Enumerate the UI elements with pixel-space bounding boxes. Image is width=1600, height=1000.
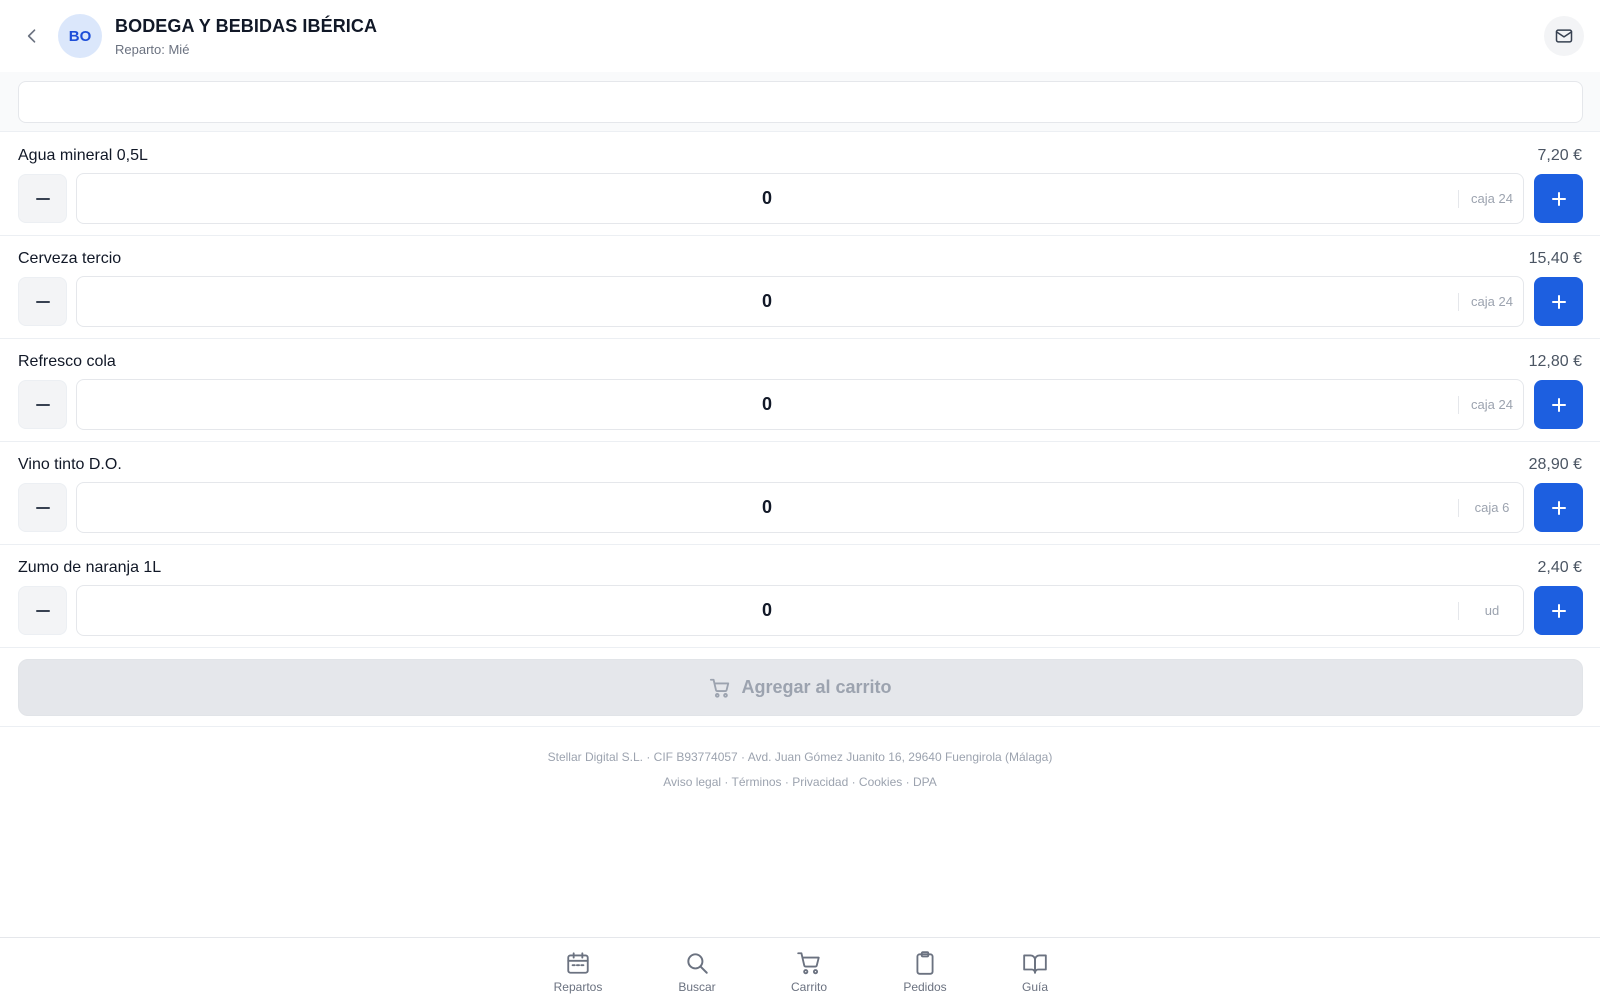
decrease-quantity-button[interactable]	[18, 174, 67, 223]
minus-icon	[35, 397, 51, 413]
unit-label: caja 24	[1471, 191, 1513, 206]
quantity-value: 0	[761, 188, 772, 208]
link-separator: ·	[902, 775, 913, 789]
decrease-quantity-button[interactable]	[18, 380, 67, 429]
nav-label: Pedidos	[903, 980, 947, 994]
quantity-value: 0	[761, 497, 772, 517]
quantity-field[interactable]: 0 ud	[76, 585, 1524, 636]
calendar-icon	[565, 950, 591, 976]
link-separator: ·	[721, 775, 732, 789]
legal-link[interactable]: Términos	[732, 775, 782, 789]
back-button[interactable]	[18, 22, 46, 50]
book-icon	[1022, 950, 1048, 976]
quantity-field[interactable]: 0 caja 24	[76, 173, 1524, 224]
plus-icon	[1551, 500, 1567, 516]
nav-item-repartos[interactable]: Repartos	[533, 950, 623, 998]
increase-quantity-button[interactable]	[1534, 483, 1583, 532]
minus-icon	[35, 603, 51, 619]
nav-label: Buscar	[678, 980, 716, 994]
search-icon	[684, 950, 710, 976]
product-price: 28,90 €	[1528, 456, 1582, 473]
nav-label: Repartos	[553, 980, 603, 994]
header-titles: BODEGA Y BEBIDAS IBÉRICA Reparto: Mié	[115, 16, 377, 57]
legal-link[interactable]: Privacidad	[792, 775, 848, 789]
add-to-cart-bar: Agregar al carrito	[0, 648, 1600, 727]
product-row: Refresco cola 12,80 € 0 caja 24	[0, 339, 1600, 442]
avatar: BO	[58, 14, 102, 58]
minus-icon	[35, 294, 51, 310]
unit-label: caja 24	[1471, 294, 1513, 309]
quantity-field[interactable]: 0 caja 6	[76, 482, 1524, 533]
product-name: Agua mineral 0,5L	[18, 147, 148, 164]
link-separator: ·	[781, 775, 793, 789]
delivery-day-subtitle: Reparto: Mié	[115, 42, 190, 57]
decrease-quantity-button[interactable]	[18, 483, 67, 532]
add-to-cart-label: Agregar al carrito	[741, 677, 892, 697]
quantity-value: 0	[761, 394, 772, 414]
product-price: 15,40 €	[1528, 250, 1582, 267]
unit-label: caja 6	[1474, 500, 1510, 515]
product-row: Zumo de naranja 1L 2,40 € 0 ud	[0, 545, 1600, 648]
product-row: Agua mineral 0,5L 7,20 € 0 caja 24	[0, 133, 1600, 236]
nav-item-pedidos[interactable]: Pedidos	[880, 950, 970, 998]
legal-link[interactable]: Cookies	[859, 775, 902, 789]
product-row: Vino tinto D.O. 28,90 € 0 caja 6	[0, 442, 1600, 545]
plus-icon	[1551, 191, 1567, 207]
product-price: 2,40 €	[1537, 559, 1582, 576]
increase-quantity-button[interactable]	[1534, 174, 1583, 223]
quantity-value: 0	[761, 291, 772, 311]
increase-quantity-button[interactable]	[1534, 380, 1583, 429]
legal-footer: Stellar Digital S.L. · CIF B93774057 · A…	[0, 745, 1600, 795]
product-price: 7,20 €	[1537, 147, 1582, 164]
search-input[interactable]	[18, 81, 1583, 123]
nav-item-carrito[interactable]: Carrito	[764, 950, 854, 998]
plus-icon	[1551, 603, 1567, 619]
quantity-field[interactable]: 0 caja 24	[76, 276, 1524, 327]
minus-icon	[35, 500, 51, 516]
search-bar	[0, 72, 1600, 132]
mail-icon	[1554, 26, 1574, 46]
product-list: Agua mineral 0,5L 7,20 € 0 caja 24 Cerve…	[0, 133, 1600, 648]
product-name: Vino tinto D.O.	[18, 456, 122, 473]
increase-quantity-button[interactable]	[1534, 586, 1583, 635]
bottom-navigation: Repartos Buscar Carrito Pedidos Guía	[0, 937, 1600, 1000]
nav-label: Carrito	[790, 980, 827, 994]
cart-icon	[796, 950, 822, 976]
plus-icon	[1551, 397, 1567, 413]
cart-icon	[709, 677, 731, 699]
page-title: BODEGA Y BEBIDAS IBÉRICA	[115, 16, 378, 36]
unit-label: caja 24	[1471, 397, 1513, 412]
top-bar: BO BODEGA Y BEBIDAS IBÉRICA Reparto: Mié	[0, 0, 1600, 72]
nav-label: Guía	[1021, 980, 1048, 994]
link-separator: ·	[848, 775, 859, 789]
nav-item-guia[interactable]: Guía	[990, 950, 1080, 998]
decrease-quantity-button[interactable]	[18, 586, 67, 635]
decrease-quantity-button[interactable]	[18, 277, 67, 326]
quantity-field[interactable]: 0 caja 24	[76, 379, 1524, 430]
increase-quantity-button[interactable]	[1534, 277, 1583, 326]
product-row: Cerveza tercio 15,40 € 0 caja 24	[0, 236, 1600, 339]
unit-label: ud	[1484, 603, 1500, 618]
legal-links: Aviso legal · Términos · Privacidad · Co…	[0, 770, 1600, 795]
mail-button[interactable]	[1544, 16, 1584, 56]
company-info: Stellar Digital S.L. · CIF B93774057 · A…	[547, 750, 1053, 764]
product-name: Cerveza tercio	[18, 250, 122, 267]
plus-icon	[1551, 294, 1567, 310]
product-name: Zumo de naranja 1L	[18, 559, 162, 576]
quantity-value: 0	[761, 600, 772, 620]
product-name: Refresco cola	[18, 353, 116, 370]
clipboard-icon	[912, 950, 938, 976]
chevron-left-icon	[22, 26, 42, 46]
product-price: 12,80 €	[1528, 353, 1582, 370]
minus-icon	[35, 191, 51, 207]
nav-item-buscar[interactable]: Buscar	[652, 950, 742, 998]
legal-link[interactable]: DPA	[913, 775, 937, 789]
add-to-cart-button[interactable]: Agregar al carrito	[18, 659, 1583, 716]
legal-link[interactable]: Aviso legal	[663, 775, 721, 789]
